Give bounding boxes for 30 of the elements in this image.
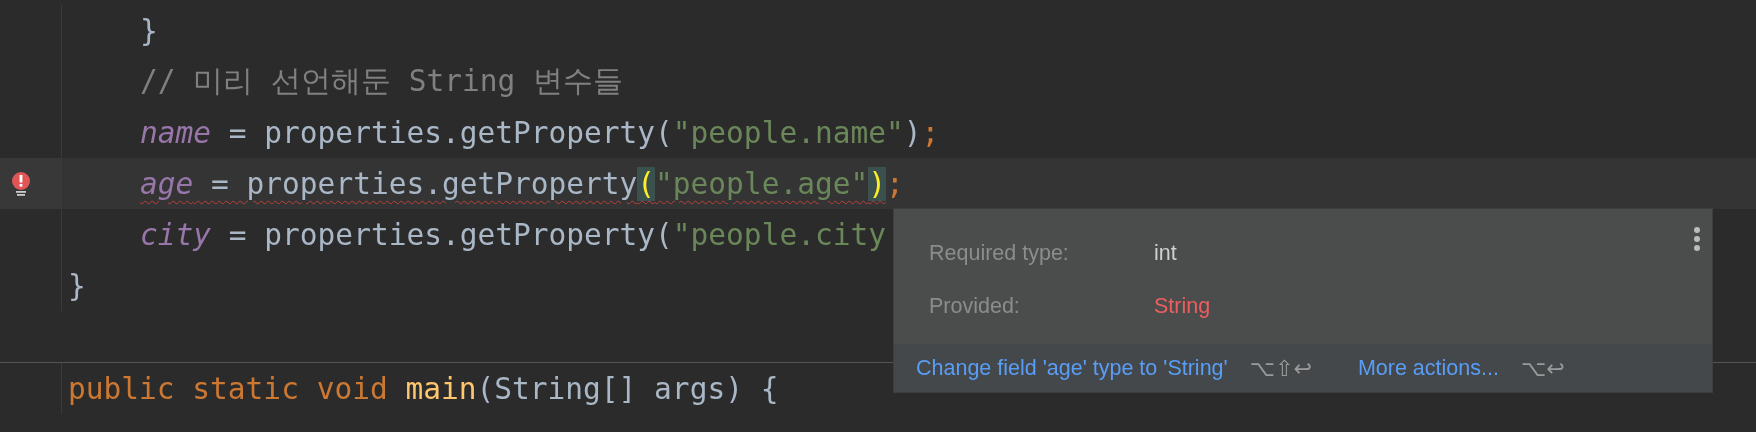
shortcut-hint: ⌥↩: [1520, 355, 1565, 381]
code-token: name: [140, 115, 212, 150]
code-token: main: [405, 371, 477, 406]
code-token: ): [903, 115, 922, 150]
error-bulb-icon[interactable]: [10, 171, 31, 196]
code-token: "people.city: [672, 217, 886, 252]
code-token: ): [868, 166, 886, 201]
code-token: = properties.getProperty(: [227, 115, 673, 150]
code-token: = properties.getProperty: [210, 166, 638, 201]
type-value: String: [1154, 294, 1211, 319]
code-token: = properties.getProperty(: [227, 217, 673, 252]
code-token: ;: [886, 166, 904, 201]
code-token: }: [140, 13, 158, 48]
type-value: int: [1154, 241, 1177, 266]
code-token: public static void: [68, 371, 389, 406]
code-token: (String[] args) {: [476, 371, 779, 406]
shortcut-hint: ⌥⇧↩: [1249, 355, 1312, 381]
code-token: }: [68, 268, 86, 303]
type-label: Required type:: [929, 241, 1070, 266]
type-label: Provided:: [929, 294, 1021, 319]
code-token: "people.name": [672, 115, 904, 150]
action-link[interactable]: Change field 'age' type to 'String': [916, 355, 1228, 381]
code-comment: // 미리 선언해둔 String 변수들: [140, 62, 624, 100]
code-token: "people.age": [655, 166, 869, 201]
code-token: (: [637, 166, 656, 201]
code-token: age: [140, 166, 194, 201]
code-token: ;: [921, 115, 940, 150]
more-options-icon[interactable]: [1694, 227, 1700, 251]
code-token: city: [140, 217, 212, 252]
action-link[interactable]: More actions...: [1357, 355, 1499, 381]
